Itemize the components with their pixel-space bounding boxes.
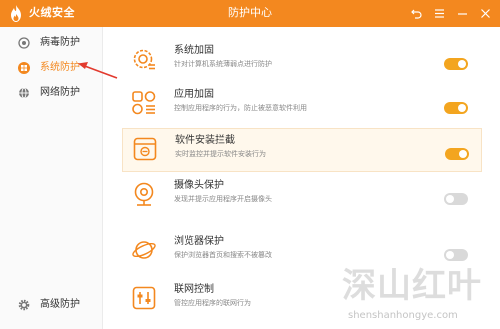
protection-title: 浏览器保护	[174, 236, 224, 247]
install-blocking-toggle[interactable]	[445, 148, 469, 160]
watermark: 深山红叶 shenshanhongye.com	[342, 266, 498, 326]
close-button[interactable]	[477, 5, 493, 21]
protection-description: 控制应用程序的行为，防止被恶意软件利用	[174, 104, 307, 112]
webcam-toggle[interactable]	[444, 193, 468, 205]
toggle-knob	[446, 195, 454, 203]
app-grid-icon	[132, 91, 156, 115]
webcam-icon	[134, 182, 154, 206]
protection-row-system-hardening: 系统加固 针对计算机系统薄弱点进行防护	[122, 39, 482, 83]
close-icon	[480, 8, 490, 18]
toggle-knob	[459, 150, 467, 158]
sidebar-item-label: 高级防护	[40, 299, 80, 310]
planet-browser-icon	[132, 241, 156, 259]
app-hardening-toggle[interactable]	[444, 102, 468, 114]
protection-title: 系统加固	[174, 45, 214, 56]
protection-description: 实时监控并提示软件安装行为	[175, 150, 266, 158]
menu-button[interactable]	[431, 5, 447, 21]
back-button[interactable]	[408, 5, 424, 21]
watermark-url: shenshanhongye.com	[348, 310, 458, 321]
toggle-knob	[458, 60, 466, 68]
back-icon	[410, 9, 422, 19]
protection-row-install-blocking: 软件安装拦截 实时监控并提示软件安装行为	[122, 128, 482, 172]
watermark-text: 深山红叶	[342, 266, 482, 306]
protection-row-webcam: 摄像头保护 发现并提示应用程序开启摄像头	[122, 174, 482, 218]
protection-title: 软件安装拦截	[175, 135, 235, 146]
menu-icon	[434, 8, 444, 18]
network-control-icon	[132, 286, 156, 310]
minimize-button[interactable]	[454, 5, 470, 21]
sidebar-item-advanced-protection[interactable]: 高级防护	[0, 293, 102, 317]
install-box-icon	[133, 137, 157, 161]
protection-title: 联网控制	[174, 284, 214, 295]
minimize-icon	[457, 12, 467, 15]
protection-row-app-hardening: 应用加固 控制应用程序的行为，防止被恶意软件利用	[122, 83, 482, 127]
toggle-knob	[458, 104, 466, 112]
system-hardening-toggle[interactable]	[444, 58, 468, 70]
protection-description: 针对计算机系统薄弱点进行防护	[174, 60, 272, 68]
protection-title: 摄像头保护	[174, 180, 224, 191]
gear-shield-icon	[133, 49, 155, 70]
gear-icon	[18, 299, 30, 311]
protection-description: 发现并提示应用程序开启摄像头	[174, 195, 272, 203]
protection-description: 保护浏览器首页和搜索不被篡改	[174, 251, 272, 259]
protection-description: 管控应用程序的联网行为	[174, 299, 251, 307]
toggle-knob	[446, 251, 454, 259]
browser-toggle[interactable]	[444, 249, 468, 261]
protection-title: 应用加固	[174, 89, 214, 100]
